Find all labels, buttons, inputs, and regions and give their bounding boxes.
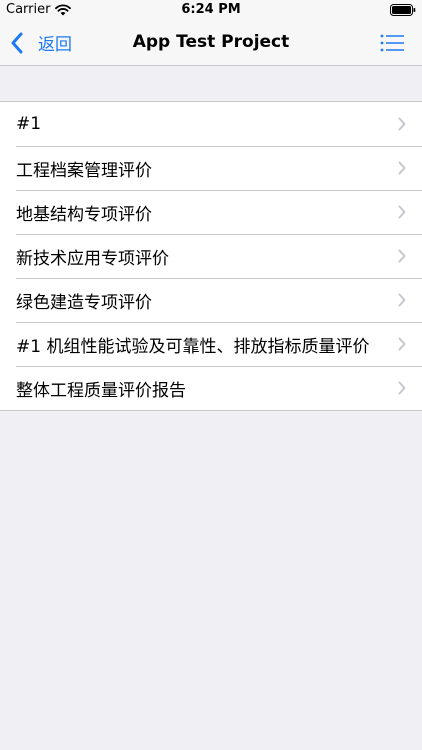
chevron-right-icon bbox=[398, 249, 406, 263]
chevron-right-icon bbox=[398, 205, 406, 219]
chevron-right-icon bbox=[398, 381, 406, 395]
list-item[interactable]: 绿色建造专项评价 bbox=[0, 278, 422, 322]
status-bar: Carrier 6:24 PM bbox=[0, 0, 422, 20]
list-item-label: 地基结构专项评价 bbox=[16, 204, 152, 225]
chevron-left-icon bbox=[11, 32, 23, 53]
status-time: 6:24 PM bbox=[181, 2, 241, 17]
chevron-right-icon bbox=[398, 117, 406, 131]
back-label: 返回 bbox=[38, 35, 72, 55]
list-item-label: 工程档案管理评价 bbox=[16, 160, 152, 181]
list-item-label: #1 机组性能试验及可靠性、排放指标质量评价 bbox=[16, 336, 370, 357]
list-item-label: 新技术应用专项评价 bbox=[16, 248, 169, 269]
list-item-label: #1 bbox=[16, 114, 42, 134]
navigation-bar: 返回 App Test Project bbox=[0, 20, 422, 66]
battery-icon bbox=[390, 4, 416, 16]
list-item-label: 整体工程质量评价报告 bbox=[16, 380, 186, 401]
list-menu-icon[interactable] bbox=[380, 32, 406, 54]
evaluation-list: #1 工程档案管理评价 地基结构专项评价 新技术应用专项评价 绿色建造专项评价 … bbox=[0, 101, 422, 411]
list-item[interactable]: 新技术应用专项评价 bbox=[0, 234, 422, 278]
list-item-label: 绿色建造专项评价 bbox=[16, 292, 152, 313]
chevron-right-icon bbox=[398, 293, 406, 307]
list-item[interactable]: 整体工程质量评价报告 bbox=[0, 366, 422, 410]
back-button[interactable]: 返回 bbox=[10, 20, 72, 65]
chevron-right-icon bbox=[398, 337, 406, 351]
list-item[interactable]: 地基结构专项评价 bbox=[0, 190, 422, 234]
chevron-right-icon bbox=[398, 161, 406, 175]
list-item[interactable]: #1 bbox=[0, 102, 422, 146]
list-item[interactable]: #1 机组性能试验及可靠性、排放指标质量评价 bbox=[0, 322, 422, 366]
list-item[interactable]: 工程档案管理评价 bbox=[0, 146, 422, 190]
